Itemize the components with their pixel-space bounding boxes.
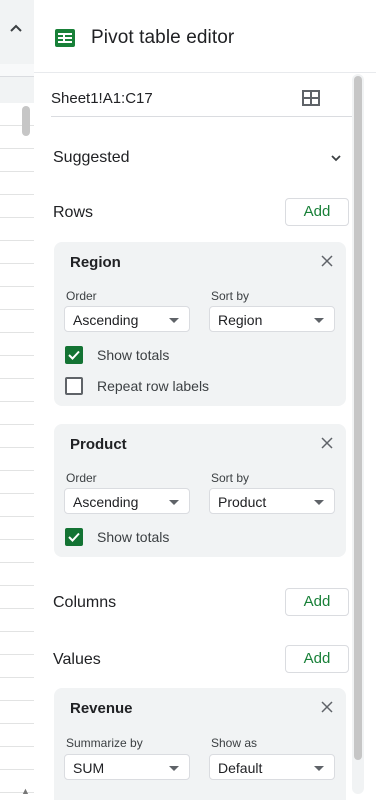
rows-heading: Rows — [53, 204, 94, 221]
column-header — [0, 76, 34, 104]
checkmark-icon — [68, 350, 80, 360]
close-icon[interactable] — [320, 436, 334, 450]
row-field-title: Product — [70, 436, 127, 453]
show-totals-checkbox[interactable] — [65, 346, 83, 364]
show-as-value: Default — [218, 760, 263, 776]
columns-heading: Columns — [53, 594, 117, 611]
show-totals-label: Show totals — [97, 529, 170, 545]
order-select[interactable]: Ascending — [64, 488, 190, 514]
dropdown-caret-icon — [169, 500, 179, 505]
sort-by-select[interactable]: Product — [209, 488, 335, 514]
dropdown-caret-icon — [314, 766, 324, 771]
sort-by-value: Region — [218, 312, 263, 328]
show-as-label: Show as — [211, 736, 258, 750]
sort-by-label: Sort by — [211, 471, 250, 485]
show-as-select[interactable]: Default — [209, 754, 335, 780]
scroll-down-arrow-icon[interactable]: ▲ — [21, 786, 31, 796]
repeat-row-labels-checkbox[interactable] — [65, 377, 83, 395]
show-totals-label: Show totals — [97, 347, 170, 363]
suggested-heading[interactable]: Suggested — [53, 149, 130, 167]
select-range-icon[interactable] — [302, 90, 320, 106]
dropdown-caret-icon — [169, 766, 179, 771]
value-field-title: Revenue — [70, 700, 133, 717]
add-columns-button[interactable]: Add — [285, 588, 349, 616]
spreadsheet-grid: ▲ — [0, 0, 35, 800]
value-field-card-revenue: Revenue Summarize by SUM Show as Default — [54, 688, 346, 800]
dropdown-caret-icon — [314, 318, 324, 323]
dropdown-caret-icon — [169, 318, 179, 323]
summarize-by-value: SUM — [73, 760, 105, 776]
sort-by-select[interactable]: Region — [209, 306, 335, 332]
row-field-card-product: Product Order Ascending Sort by Product … — [54, 424, 346, 557]
order-label: Order — [66, 289, 97, 303]
range-underline — [51, 116, 358, 117]
grid-rows — [0, 103, 34, 800]
close-icon[interactable] — [320, 700, 334, 714]
sheets-icon — [55, 29, 75, 47]
order-value: Ascending — [73, 312, 139, 328]
order-value: Ascending — [73, 494, 139, 510]
summarize-by-select[interactable]: SUM — [64, 754, 190, 780]
chevron-up-icon[interactable] — [6, 18, 26, 38]
dropdown-caret-icon — [314, 500, 324, 505]
panel-scrollbar-thumb[interactable] — [354, 76, 362, 760]
sort-by-label: Sort by — [211, 289, 250, 303]
grid-scrollbar[interactable] — [22, 106, 30, 136]
panel-title: Pivot table editor — [91, 27, 235, 48]
add-values-button[interactable]: Add — [285, 645, 349, 673]
checkmark-icon — [68, 532, 80, 542]
sort-by-value: Product — [218, 494, 267, 510]
pivot-editor-panel: Pivot table editor Sheet1!A1:C17 Suggest… — [34, 0, 376, 800]
data-range-field[interactable]: Sheet1!A1:C17 — [51, 90, 153, 107]
summarize-by-label: Summarize by — [66, 736, 143, 750]
show-totals-checkbox[interactable] — [65, 528, 83, 546]
panel-header: Pivot table editor — [34, 0, 376, 73]
values-heading: Values — [53, 651, 101, 668]
row-field-card-region: Region Order Ascending Sort by Region Sh… — [54, 242, 346, 406]
close-icon[interactable] — [320, 254, 334, 268]
chevron-down-icon[interactable] — [330, 152, 342, 164]
repeat-row-labels-label: Repeat row labels — [97, 378, 210, 394]
add-rows-button[interactable]: Add — [285, 198, 349, 226]
order-select[interactable]: Ascending — [64, 306, 190, 332]
row-field-title: Region — [70, 254, 121, 271]
order-label: Order — [66, 471, 97, 485]
